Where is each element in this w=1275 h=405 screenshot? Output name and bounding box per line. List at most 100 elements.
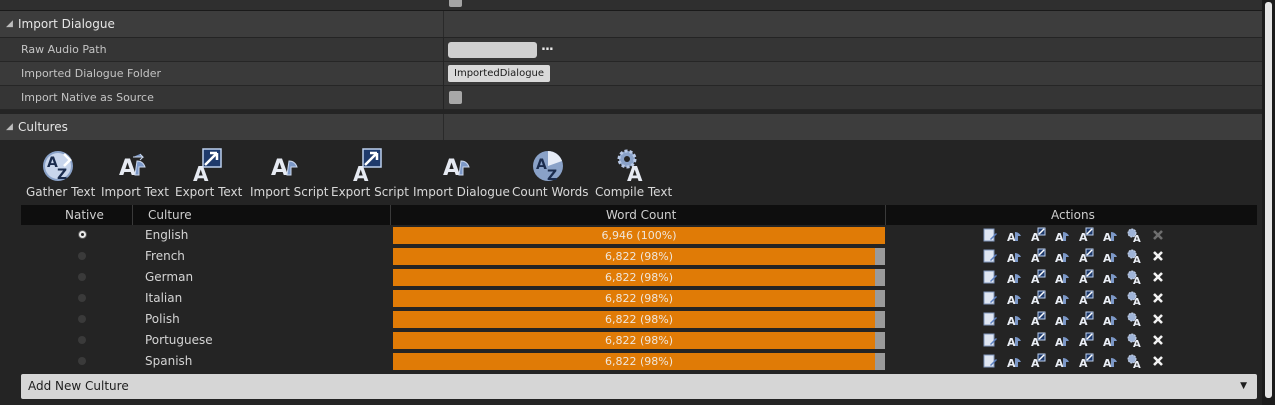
export-script-button[interactable]: A Export Script [331,145,409,203]
export-script-icon[interactable]: A [1078,269,1094,285]
compile-text-icon[interactable]: A [1126,227,1142,243]
import-dialogue-icon[interactable]: A [1102,332,1118,348]
svg-text:A: A [1133,339,1141,348]
import-script-button[interactable]: A Import Script [250,145,328,203]
compile-text-button[interactable]: A Compile Text [595,145,672,203]
header-word-count[interactable]: Word Count [606,205,676,225]
export-script-icon[interactable]: A [1078,227,1094,243]
compile-text-icon[interactable]: A [1126,311,1142,327]
browse-button[interactable]: ... [541,39,554,54]
header-native[interactable]: Native [65,205,104,225]
header-culture[interactable]: Culture [148,205,192,225]
table-body: English 6,946 (100%) A A A A A A French 6,822 (98… [21,225,1257,372]
import-text-icon[interactable]: A [1006,227,1022,243]
import-dialogue-icon[interactable]: A [1102,311,1118,327]
delete-icon[interactable] [1150,290,1166,306]
edit-icon[interactable] [982,290,998,306]
header-actions[interactable]: Actions [1051,205,1095,225]
import-dialogue-icon[interactable]: A [1102,353,1118,369]
gather-text-button[interactable]: A Z Gather Text [26,145,95,203]
import-script-icon[interactable]: A [1054,353,1070,369]
import-script-icon[interactable]: A [1054,290,1070,306]
svg-text:A: A [353,162,369,185]
export-script-icon[interactable]: A [1078,311,1094,327]
edit-icon[interactable] [982,248,998,264]
compile-text-icon[interactable]: A [1126,290,1142,306]
import-script-icon[interactable]: A [1054,269,1070,285]
native-radio[interactable] [78,294,86,302]
import-native-checkbox[interactable] [449,91,462,104]
import-script-icon[interactable]: A [1054,332,1070,348]
export-text-icon[interactable]: A [1030,290,1046,306]
svg-text:A: A [627,162,643,185]
category-import-dialogue[interactable]: ◢ Import Dialogue [0,11,1262,37]
delete-icon[interactable] [1150,269,1166,285]
svg-text:A: A [443,156,460,181]
svg-text:A: A [1133,255,1141,264]
export-text-icon[interactable]: A [1030,332,1046,348]
edit-icon[interactable] [982,311,998,327]
edit-icon[interactable] [982,353,998,369]
import-script-icon[interactable]: A [1054,227,1070,243]
export-text-icon[interactable]: A [1030,248,1046,264]
export-text-icon[interactable]: A [1030,227,1046,243]
compile-text-icon[interactable]: A [1126,332,1142,348]
svg-text:A: A [1007,273,1016,285]
import-dialogue-icon[interactable]: A [1102,290,1118,306]
import-script-icon[interactable]: A [1054,311,1070,327]
import-dialogue-icon[interactable]: A [1102,248,1118,264]
native-radio[interactable] [78,336,86,344]
svg-text:A: A [1103,273,1112,285]
category-cultures[interactable]: ◢ Cultures [0,114,1262,140]
edit-icon[interactable] [982,269,998,285]
export-text-icon[interactable]: A [1030,269,1046,285]
import-dialogue-button[interactable]: A Import Dialogue [413,145,510,203]
edit-icon[interactable] [982,332,998,348]
import-script-icon[interactable]: A [1054,248,1070,264]
edit-icon[interactable] [982,227,998,243]
import-text-icon[interactable]: A [1006,269,1022,285]
delete-icon[interactable] [1150,248,1166,264]
import-text-icon[interactable]: A [1006,353,1022,369]
compile-text-icon[interactable]: A [1126,353,1142,369]
compile-text-icon[interactable]: A [1126,269,1142,285]
import-text-icon[interactable]: A [1006,248,1022,264]
native-radio[interactable] [78,315,86,323]
export-text-icon[interactable]: A [1030,353,1046,369]
word-count-text: 6,822 (98%) [604,334,674,347]
delete-icon[interactable] [1150,353,1166,369]
native-radio[interactable] [78,273,86,281]
export-script-icon[interactable]: A [1078,248,1094,264]
export-script-icon[interactable]: A [1078,332,1094,348]
native-radio[interactable] [78,252,86,260]
delete-icon[interactable] [1150,311,1166,327]
svg-text:Z: Z [547,168,557,184]
import-text-icon[interactable]: A [1006,311,1022,327]
previous-checkbox[interactable] [449,0,462,7]
import-text-icon[interactable]: A [1006,290,1022,306]
export-script-icon[interactable]: A [1078,353,1094,369]
count-words-button[interactable]: A Z Count Words [512,145,589,203]
export-script-icon[interactable]: A [1078,290,1094,306]
delete-icon[interactable] [1150,227,1166,243]
scrollbar-thumb[interactable] [1265,2,1272,398]
import-text-button[interactable]: A Import Text [101,145,169,203]
compile-text-icon[interactable]: A [1126,248,1142,264]
import-dialogue-icon[interactable]: A [1102,227,1118,243]
imported-dialogue-folder-button[interactable]: ImportedDialogue [448,65,551,82]
export-text-icon[interactable]: A [1030,311,1046,327]
import-dialogue-icon[interactable]: A [1102,269,1118,285]
export-text-button[interactable]: A Export Text [175,145,242,203]
raw-audio-path-input[interactable] [448,42,537,58]
import-text-icon[interactable]: A [1006,332,1022,348]
native-radio[interactable] [78,230,87,239]
import-text-icon: A [119,153,146,181]
native-radio[interactable] [78,357,86,365]
word-count-bar: 6,822 (98%) [393,353,885,370]
delete-icon[interactable] [1150,332,1166,348]
svg-text:A: A [1133,318,1141,327]
property-label: Imported Dialogue Folder [21,67,162,80]
vertical-scrollbar[interactable] [1262,0,1275,405]
add-new-culture-dropdown[interactable]: Add New Culture ▼ [21,374,1257,399]
table-header: Native Culture Word Count Actions [21,205,1257,225]
